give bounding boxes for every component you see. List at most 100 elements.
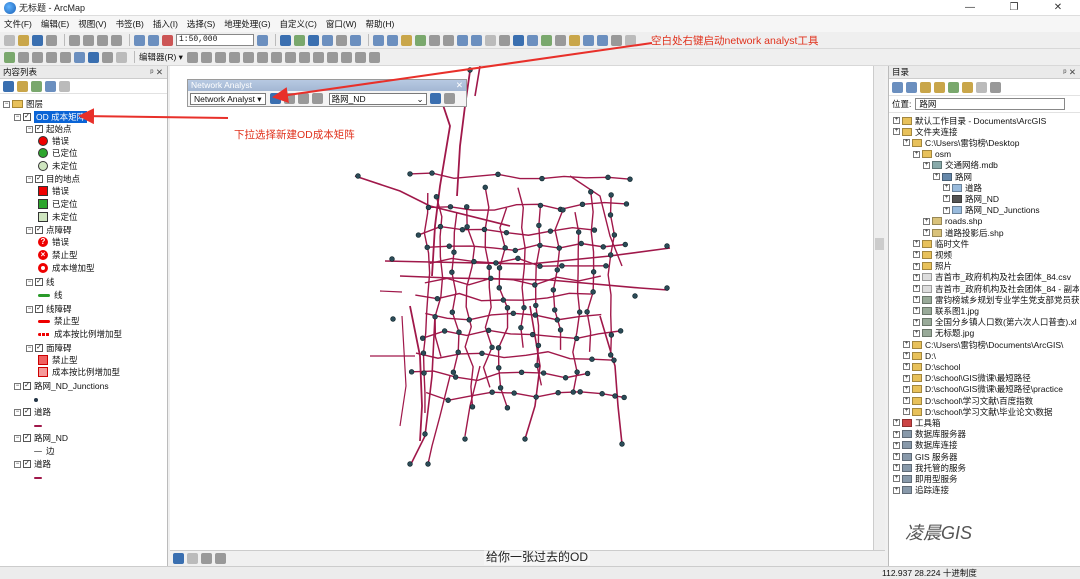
catalog-item[interactable]: + D:\school\GIS微课\最短路径 [903, 373, 1079, 384]
new-document-icon[interactable] [4, 34, 15, 46]
fixed-zoom-out-icon[interactable] [443, 34, 454, 46]
catalog-item[interactable]: + 路网_ND_Junctions [943, 205, 1079, 216]
expand-toggle[interactable]: + [893, 475, 900, 483]
select-features-icon[interactable] [485, 34, 496, 46]
expand-toggle[interactable]: + [923, 161, 930, 169]
directions-icon[interactable] [443, 93, 455, 104]
label-icon[interactable] [74, 51, 85, 63]
toc-sublayer[interactable]: − ✓ 面障碍 [26, 342, 72, 354]
expand-toggle[interactable]: + [943, 206, 950, 214]
expand-toggle[interactable]: + [923, 229, 930, 236]
catalog-item[interactable]: + 即用型服务 [893, 473, 1079, 484]
expand-toggle[interactable]: + [893, 464, 900, 472]
visibility-checkbox[interactable]: ✓ [35, 175, 43, 183]
select-move-location-icon[interactable] [297, 93, 309, 104]
collapse-toggle[interactable]: − [3, 100, 10, 108]
close-icon[interactable]: ✕ [456, 80, 463, 91]
pan-icon[interactable] [401, 34, 412, 46]
list-by-visibility-icon[interactable] [31, 80, 42, 92]
point-icon[interactable] [256, 51, 268, 63]
toc-layer[interactable]: − ✓ 道路 [14, 406, 51, 418]
expand-toggle[interactable]: + [893, 430, 900, 438]
list-by-drawing-order-icon[interactable] [3, 80, 14, 92]
catalog-item[interactable]: + D:\school\学习文献\毕业论文\数据 [903, 406, 1079, 417]
menu-bookmarks[interactable]: 书签(B) [116, 18, 144, 30]
expand-toggle[interactable]: + [903, 352, 910, 360]
catalog-item[interactable]: + D:\school\学习文献\百度指数 [903, 395, 1079, 406]
expand-toggle[interactable]: + [903, 408, 910, 416]
catalog-item[interactable]: + 路网_ND [943, 193, 1079, 204]
na-window-icon[interactable] [269, 93, 281, 104]
forward-icon[interactable] [906, 81, 917, 93]
catalog-item[interactable]: + 照片 [913, 261, 1079, 272]
menu-help[interactable]: 帮助(H) [366, 18, 395, 30]
expand-toggle[interactable]: + [893, 419, 900, 427]
edit-tool-icon[interactable] [186, 51, 198, 63]
georef-icon[interactable] [32, 51, 43, 63]
expand-toggle[interactable]: + [893, 117, 900, 124]
expand-toggle[interactable]: + [943, 184, 950, 192]
catalog-item[interactable]: + 雷钧榜城乡规划专业学生党支部党员获 [913, 294, 1079, 305]
expand-toggle[interactable]: + [913, 318, 920, 326]
snapping-icon[interactable] [60, 51, 71, 63]
toc-pin-close[interactable]: ᵖ ✕ [150, 67, 163, 78]
sketch-properties-icon[interactable] [354, 51, 366, 63]
menu-view[interactable]: 视图(V) [78, 18, 106, 30]
open-folder-icon[interactable] [18, 34, 29, 46]
expand-toggle[interactable]: + [943, 195, 950, 203]
table-of-contents-icon[interactable] [280, 34, 291, 46]
split-icon[interactable] [312, 51, 324, 63]
expand-toggle[interactable]: + [913, 329, 920, 337]
editor-toolbar-icon[interactable] [257, 34, 268, 46]
catalog-item[interactable]: + C:\Users\雷钧榜\Desktop [903, 137, 1079, 148]
effects-icon[interactable] [88, 51, 99, 63]
catalog-item[interactable]: + 交通网络.mdb [923, 160, 1079, 171]
catalog-item[interactable]: + 临时文件 [913, 238, 1079, 249]
catalog-item[interactable]: + GIS 服务器 [893, 451, 1079, 462]
collapse-toggle[interactable]: − [26, 226, 33, 234]
menu-edit[interactable]: 编辑(E) [41, 18, 69, 30]
catalog-item[interactable]: + 数据库服务器 [893, 429, 1079, 440]
list-by-selection-icon[interactable] [45, 80, 56, 92]
scroll-thumb[interactable] [875, 238, 884, 250]
catalog-item[interactable]: + 工具箱 [893, 417, 1079, 428]
catalog-pin-close[interactable]: ᵖ ✕ [1063, 67, 1076, 78]
visibility-checkbox[interactable]: ✓ [23, 382, 31, 390]
menu-windows[interactable]: 窗口(W) [326, 18, 357, 30]
visibility-checkbox[interactable]: ✓ [35, 305, 43, 313]
refresh-catalog-icon[interactable] [948, 81, 959, 93]
search-window-icon[interactable] [308, 34, 319, 46]
find-route-icon[interactable] [597, 34, 608, 46]
expand-toggle[interactable]: + [903, 397, 910, 404]
close-button[interactable]: ✕ [1036, 2, 1080, 13]
edit-vertices-icon[interactable] [270, 51, 282, 63]
catalog-item[interactable]: + 吉首市_政府机构及社会团体_84.csv [913, 272, 1079, 283]
forward-extent-icon[interactable] [471, 34, 482, 46]
expand-toggle[interactable]: + [913, 150, 920, 158]
catalog-item[interactable]: + D:\ [903, 350, 1079, 361]
solve-icon[interactable] [311, 93, 323, 104]
toc-sublayer[interactable]: − ✓ 起始点 [26, 123, 72, 135]
catalog-item[interactable]: + 吉首市_政府机构及社会团体_84 - 副本 [913, 283, 1079, 294]
toc-sublayer[interactable]: − ✓ 线 [26, 276, 55, 288]
catalog-item[interactable]: + 联系图1.jpg [913, 305, 1079, 316]
collapse-toggle[interactable]: − [14, 460, 21, 468]
clear-selection-icon[interactable] [499, 34, 510, 46]
catalog-item[interactable]: + 我托管的服务 [893, 462, 1079, 473]
back-extent-icon[interactable] [457, 34, 468, 46]
options-icon[interactable] [59, 80, 70, 92]
collapse-toggle[interactable]: − [26, 305, 33, 313]
expand-toggle[interactable]: + [903, 139, 910, 147]
select-elements-icon[interactable] [513, 34, 524, 46]
catalog-item[interactable]: + D:\school\GIS微课\最短路径\practice [903, 384, 1079, 395]
toc-sublayer[interactable]: − ✓ 点障碍 [26, 224, 72, 236]
view-options-icon[interactable] [976, 81, 987, 93]
redo-icon[interactable] [148, 34, 159, 46]
collapse-toggle[interactable]: − [14, 434, 21, 442]
layout-icon[interactable] [18, 51, 29, 63]
edit-annotation-icon[interactable] [200, 51, 212, 63]
catalog-item[interactable]: + 无标题.jpg [913, 328, 1079, 339]
map-vertical-scrollbar[interactable] [873, 66, 885, 550]
cut-polygons-icon[interactable] [298, 51, 310, 63]
back-icon[interactable] [892, 81, 903, 93]
